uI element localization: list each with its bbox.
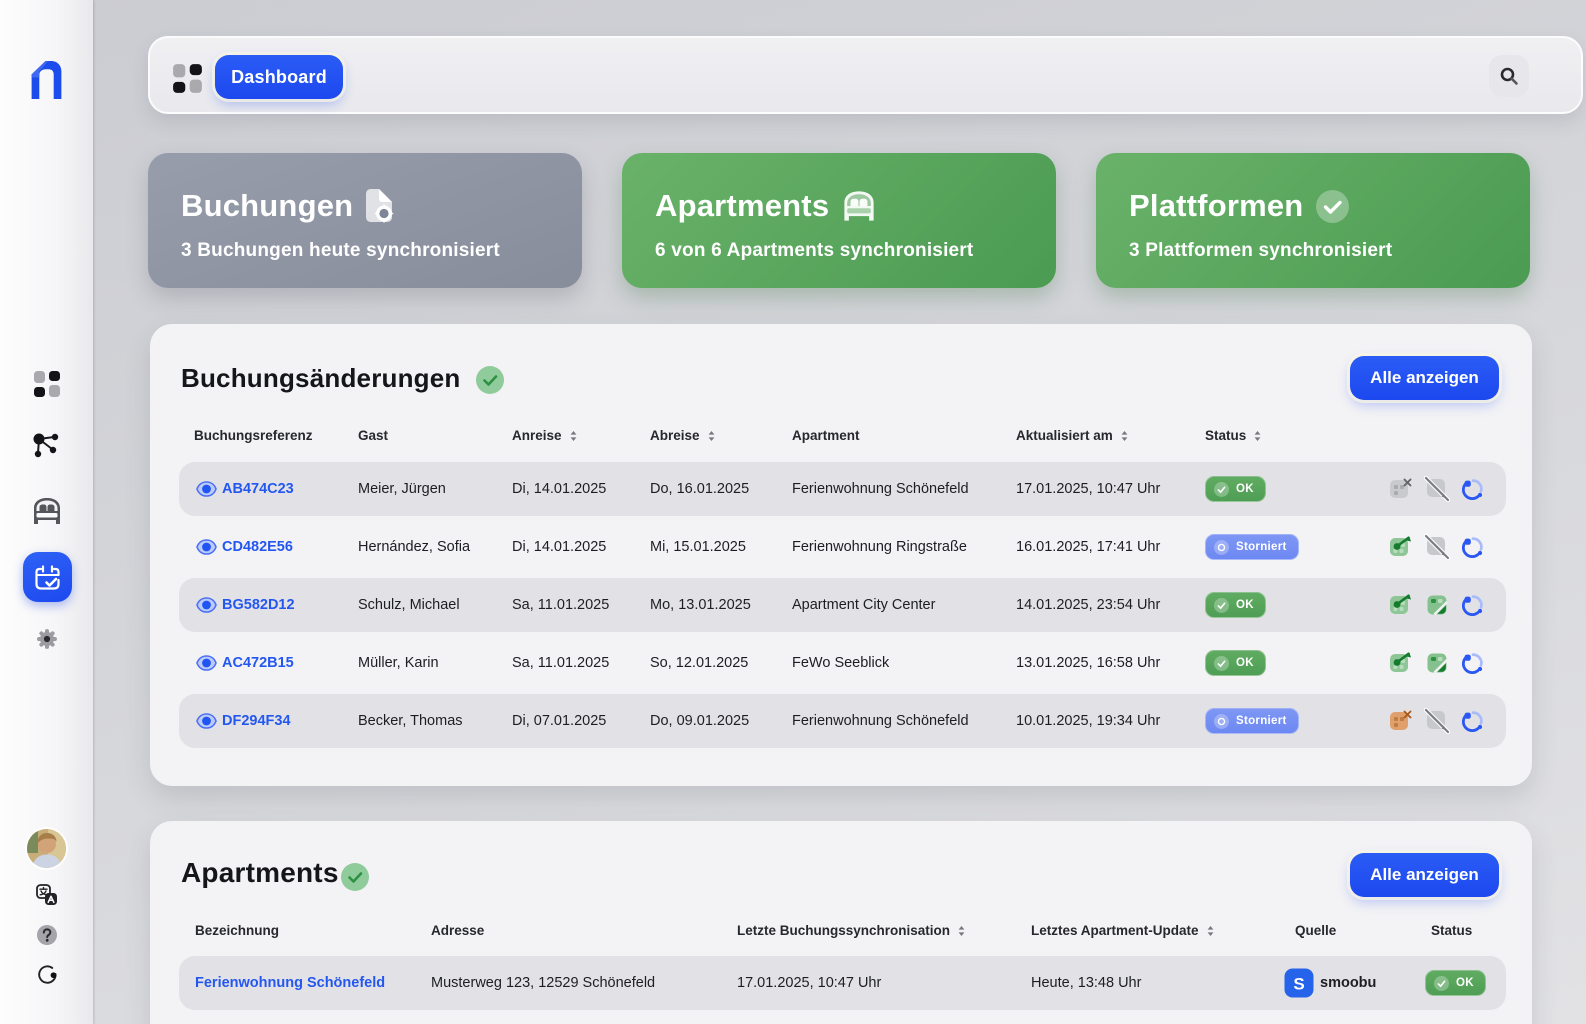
svg-text:S: S: [1293, 975, 1304, 994]
